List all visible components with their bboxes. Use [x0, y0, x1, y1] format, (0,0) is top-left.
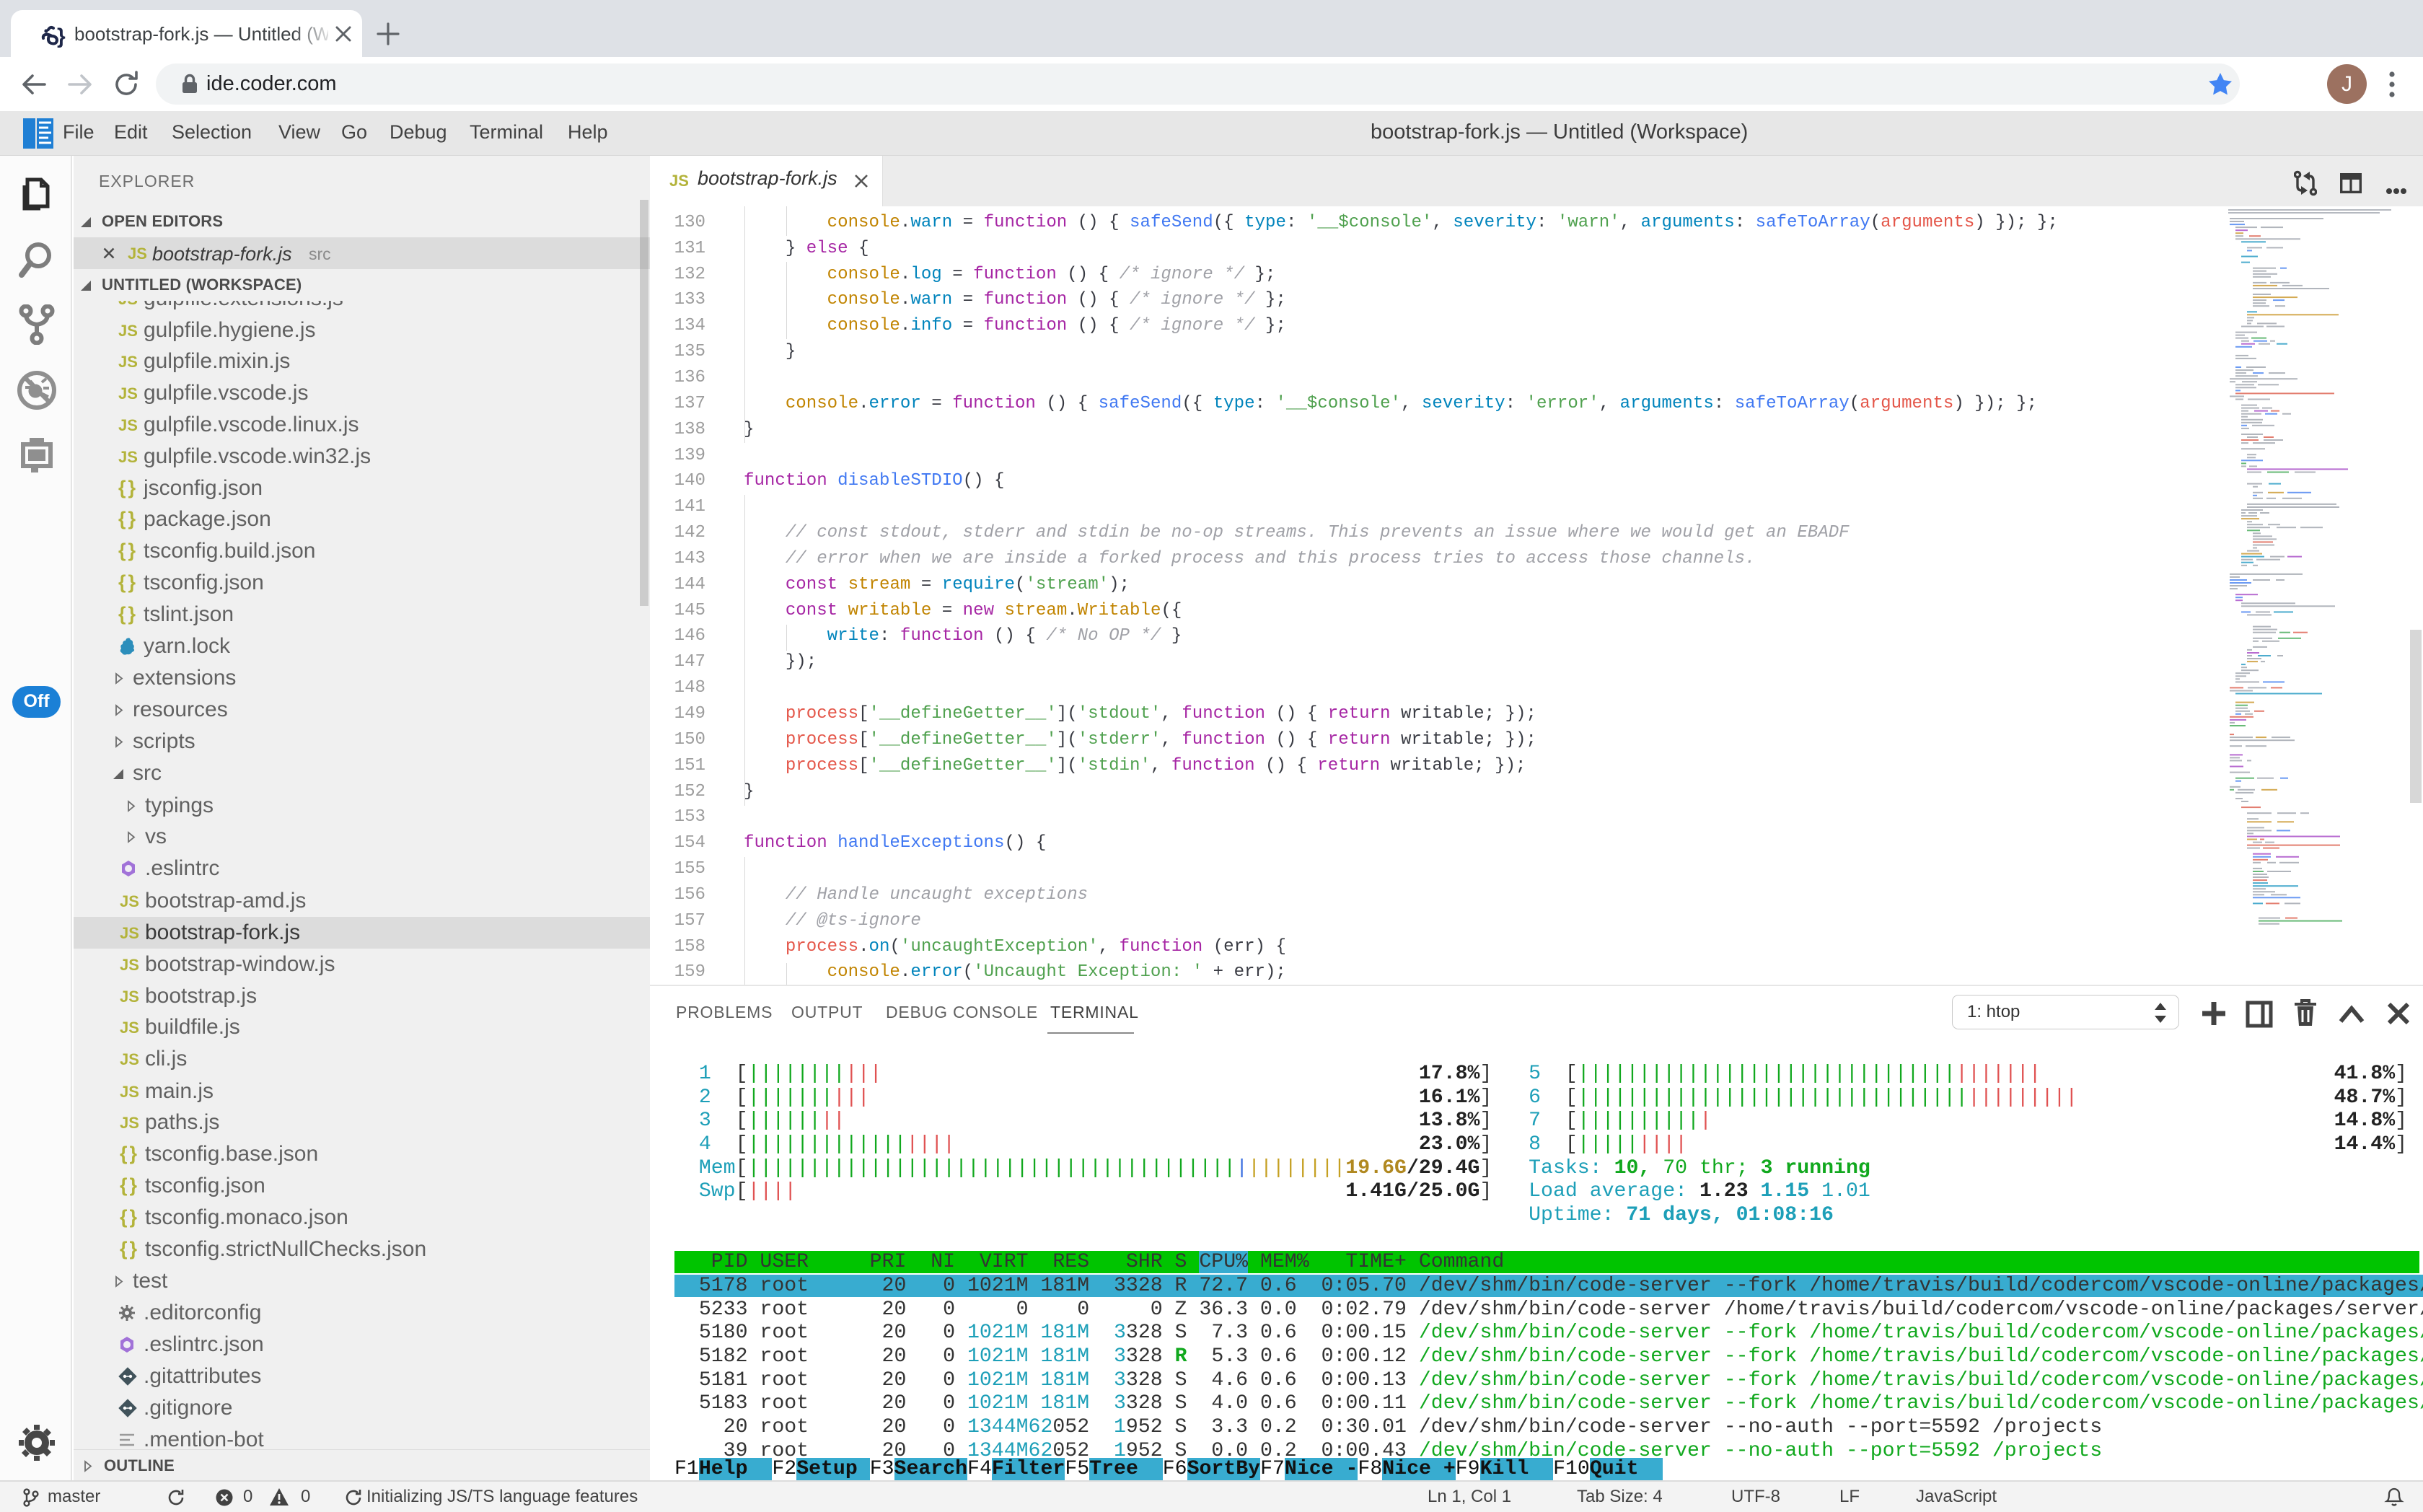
svg-text:}: }	[57, 25, 66, 48]
